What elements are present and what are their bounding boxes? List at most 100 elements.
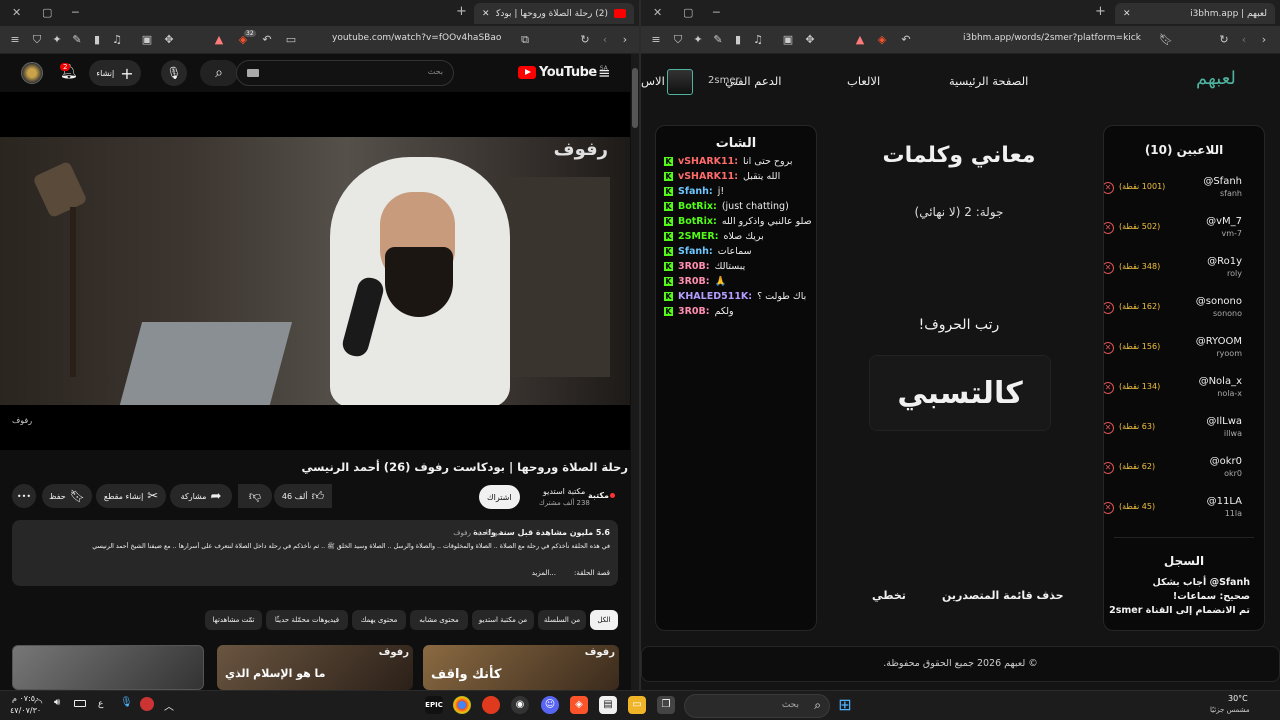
subscribe-button[interactable]: اشتراك bbox=[479, 485, 520, 509]
forward-icon[interactable]: › bbox=[1257, 33, 1271, 47]
thumbnail-2[interactable]: رفوف ما هو الإسلام الذي bbox=[217, 645, 413, 690]
reload-icon[interactable]: ↻ bbox=[578, 33, 592, 47]
chip[interactable]: من مكتبة استديو bbox=[472, 610, 534, 630]
chat-username[interactable]: 3R0B: bbox=[678, 276, 710, 287]
undo-icon[interactable]: ↶ bbox=[899, 33, 913, 47]
show-hidden-icons-icon[interactable]: ︿ bbox=[164, 698, 174, 713]
wifi-icon[interactable]: ◠ bbox=[34, 698, 43, 709]
chat-username[interactable]: Sfanh: bbox=[678, 246, 713, 257]
description-tags[interactable]: بودكاست رفوف bbox=[453, 529, 500, 537]
dislike-button[interactable]: 👎︎ bbox=[238, 484, 272, 508]
puzzle-icon[interactable]: ✥ bbox=[162, 33, 176, 47]
chat-username[interactable]: Sfanh: bbox=[678, 186, 713, 197]
channel-name[interactable]: مكتبة استديو bbox=[543, 487, 585, 496]
more-button[interactable]: ••• bbox=[12, 484, 36, 508]
new-tab-button[interactable]: + bbox=[1095, 4, 1106, 19]
hamburger-icon[interactable]: ≡ bbox=[598, 64, 611, 82]
music-icon[interactable]: ♫ bbox=[110, 33, 124, 47]
share-button[interactable]: مشاركة ➦ bbox=[170, 484, 232, 508]
description-more[interactable]: ...المزيد bbox=[532, 569, 556, 577]
chat-username[interactable]: 2SMER: bbox=[678, 231, 719, 242]
remove-player-icon[interactable]: ✕ bbox=[1104, 262, 1114, 274]
back-icon[interactable]: ‹ bbox=[1237, 33, 1251, 47]
nav-games[interactable]: الالعاب bbox=[847, 74, 880, 88]
discord-icon[interactable]: ☺ bbox=[541, 696, 559, 714]
tab-youtube[interactable]: ✕ (2) رحلة الصلاة وروحها | بودكاست bbox=[474, 3, 634, 24]
steam-icon[interactable]: ◉ bbox=[511, 696, 529, 714]
remove-player-icon[interactable]: ✕ bbox=[1104, 422, 1114, 434]
undo-icon[interactable]: ↶ bbox=[260, 33, 274, 47]
address-bar[interactable]: i3bhm.app/words/2smer?platform=kick bbox=[963, 33, 1141, 43]
maximize-icon[interactable]: ▢ bbox=[42, 6, 52, 19]
chat-username[interactable]: BotRix: bbox=[678, 201, 717, 212]
avatar[interactable] bbox=[21, 62, 43, 84]
language-indicator[interactable]: ع bbox=[98, 699, 103, 709]
chip[interactable]: محتوى مشابه bbox=[410, 610, 468, 630]
remove-player-icon[interactable]: ✕ bbox=[1104, 502, 1114, 514]
battery-icon[interactable] bbox=[74, 700, 86, 707]
remove-player-icon[interactable]: ✕ bbox=[1104, 302, 1114, 314]
minimize-icon[interactable]: ─ bbox=[713, 6, 720, 19]
chat-username[interactable]: BotRix: bbox=[678, 216, 717, 227]
weather-temp[interactable]: 30°C bbox=[1228, 694, 1248, 703]
taskbar-search-box[interactable]: بحث ⌕ bbox=[684, 694, 830, 718]
thumbnail-1[interactable]: رفوف كأنك واقف bbox=[423, 645, 619, 690]
chip[interactable]: من السلسلة bbox=[538, 610, 586, 630]
remove-player-icon[interactable]: ✕ bbox=[1104, 222, 1114, 234]
chat-username[interactable]: KHALED511K: bbox=[678, 291, 752, 302]
chip[interactable]: تمّت مشاهدتها bbox=[205, 610, 262, 630]
back-icon[interactable]: ‹ bbox=[598, 33, 612, 47]
close-window-icon[interactable]: ✕ bbox=[653, 6, 662, 19]
chat-username[interactable]: 3R0B: bbox=[678, 261, 710, 272]
remove-player-icon[interactable]: ✕ bbox=[1104, 342, 1114, 354]
sidebar-icon[interactable]: ▮ bbox=[731, 33, 745, 47]
music-icon[interactable]: ♫ bbox=[751, 33, 765, 47]
skip-button[interactable]: تخطي bbox=[872, 589, 906, 602]
puzzle-icon[interactable]: ✥ bbox=[803, 33, 817, 47]
nav-login-partial[interactable]: الاس bbox=[641, 74, 665, 88]
minimize-icon[interactable]: ─ bbox=[72, 6, 79, 19]
pen-icon[interactable]: ✎ bbox=[711, 33, 725, 47]
mic-tray-icon[interactable]: 🎙︎ bbox=[120, 697, 133, 708]
copy-link-icon[interactable]: ⧉ bbox=[518, 33, 532, 47]
menu-icon[interactable]: ≡ bbox=[8, 33, 22, 47]
firefox-icon[interactable] bbox=[482, 696, 500, 714]
remove-player-icon[interactable]: ✕ bbox=[1104, 462, 1114, 474]
site-brand[interactable]: لعبهم bbox=[1196, 68, 1236, 89]
new-tab-button[interactable]: + bbox=[456, 4, 467, 19]
task-view-icon[interactable]: ❐ bbox=[657, 696, 675, 714]
chip[interactable]: فيديوهات محمّلة حديثًا bbox=[266, 610, 348, 630]
windows-start-icon[interactable]: ⊞ bbox=[836, 696, 854, 714]
thumbnail-3[interactable] bbox=[12, 645, 204, 690]
search-button[interactable]: ⌕ bbox=[200, 60, 238, 86]
reload-icon[interactable]: ↻ bbox=[1217, 33, 1231, 47]
video-player[interactable]: رفوف رفوف bbox=[0, 92, 630, 450]
shield-icon[interactable]: ⛉ bbox=[671, 33, 685, 47]
brave-icon[interactable]: ◈ bbox=[570, 696, 588, 714]
channel-logo[interactable]: مكتبة bbox=[588, 484, 618, 506]
screen-icon[interactable]: ▭ bbox=[284, 33, 298, 47]
pen-icon[interactable]: ✎ bbox=[70, 33, 84, 47]
chat-username[interactable]: vSHARK11: bbox=[678, 156, 738, 167]
extensions-icon[interactable]: ✦ bbox=[50, 33, 64, 47]
remove-player-icon[interactable]: ✕ bbox=[1104, 182, 1114, 194]
microphone-icon[interactable]: 🎙︎ bbox=[161, 60, 187, 86]
close-window-icon[interactable]: ✕ bbox=[12, 6, 21, 19]
address-bar[interactable]: youtube.com/watch?v=fOOv4haSBao bbox=[332, 33, 501, 43]
bookmark-icon[interactable]: 🔖︎ bbox=[1159, 33, 1173, 47]
sidebar-icon[interactable]: ▮ bbox=[90, 33, 104, 47]
chip[interactable]: الكل bbox=[590, 610, 618, 630]
nav-home[interactable]: الصفحة الرئيسية bbox=[949, 74, 1028, 88]
screenshot-icon[interactable]: ▣ bbox=[140, 33, 154, 47]
screenshot-icon[interactable]: ▣ bbox=[781, 33, 795, 47]
warning-icon[interactable]: ▲ bbox=[212, 33, 226, 47]
forward-icon[interactable]: › bbox=[618, 33, 632, 47]
menu-icon[interactable]: ≡ bbox=[649, 33, 663, 47]
network-tray-icon[interactable] bbox=[140, 697, 154, 711]
close-tab-icon[interactable]: ✕ bbox=[482, 9, 490, 19]
nav-user[interactable]: 2smer bbox=[708, 75, 740, 86]
close-tab-icon[interactable]: ✕ bbox=[1123, 9, 1131, 19]
speaker-icon[interactable]: 🔊︎ bbox=[54, 697, 60, 708]
warning-icon[interactable]: ▲ bbox=[853, 33, 867, 47]
chrome-icon[interactable] bbox=[453, 696, 471, 714]
